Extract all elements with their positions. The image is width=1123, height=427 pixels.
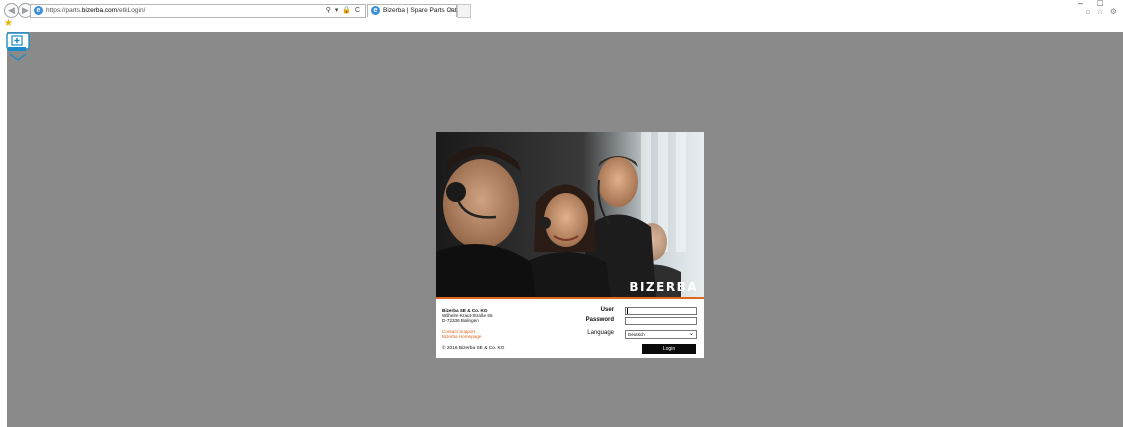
back-arrow-icon[interactable]: ◀	[4, 3, 19, 18]
user-input[interactable]	[625, 307, 697, 315]
homepage-link[interactable]: Bizerba Homepage	[442, 334, 481, 339]
ie-tab-icon: e	[371, 6, 380, 15]
password-label: Password	[585, 317, 614, 323]
favorites-star-icon[interactable]: ★	[4, 19, 14, 29]
zoom-in-icon[interactable]	[6, 32, 32, 62]
tab-bizerba[interactable]: e Bizerba | Spare Parts Catalog ×	[367, 4, 469, 17]
address-controls[interactable]: ⚲ ▾ 🔒 C	[326, 5, 361, 17]
accent-divider	[436, 297, 704, 299]
bizerba-logo: BIZERBA	[629, 280, 698, 294]
ie-page-icon: e	[34, 6, 43, 15]
copyright: © 2016 Bizerba SE & Co. KG	[442, 346, 505, 351]
login-button[interactable]: Login	[642, 344, 696, 354]
password-input[interactable]	[625, 317, 697, 325]
toolbar-icons[interactable]: ⌂ ☆ ⚙	[1085, 7, 1119, 16]
company-city: D-72336 Balingen	[442, 318, 479, 323]
tab-title: Bizerba | Spare Parts Catalog	[383, 7, 469, 14]
language-select[interactable]: Deutsch ⌄	[625, 330, 697, 339]
support-team-photo: BIZERBA	[436, 132, 704, 297]
language-value: Deutsch	[628, 332, 645, 337]
new-tab-button[interactable]	[457, 4, 471, 18]
url-text: https://parts.bizerba.com/etkLogin/	[46, 7, 146, 14]
language-label: Language	[587, 330, 614, 336]
chevron-down-icon: ⌄	[688, 331, 694, 337]
tab-close-icon[interactable]: ×	[449, 5, 453, 17]
address-bar[interactable]: e https://parts.bizerba.com/etkLogin/ ⚲ …	[30, 4, 366, 18]
page-left-margin	[0, 32, 7, 427]
user-label: User	[600, 307, 614, 313]
text-caret	[627, 308, 628, 314]
browser-chrome: ◀ ▶ e https://parts.bizerba.com/etkLogin…	[0, 0, 1123, 32]
login-card: BIZERBA Bizerba SE & Co. KG Wilhelm-Krau…	[436, 132, 704, 358]
